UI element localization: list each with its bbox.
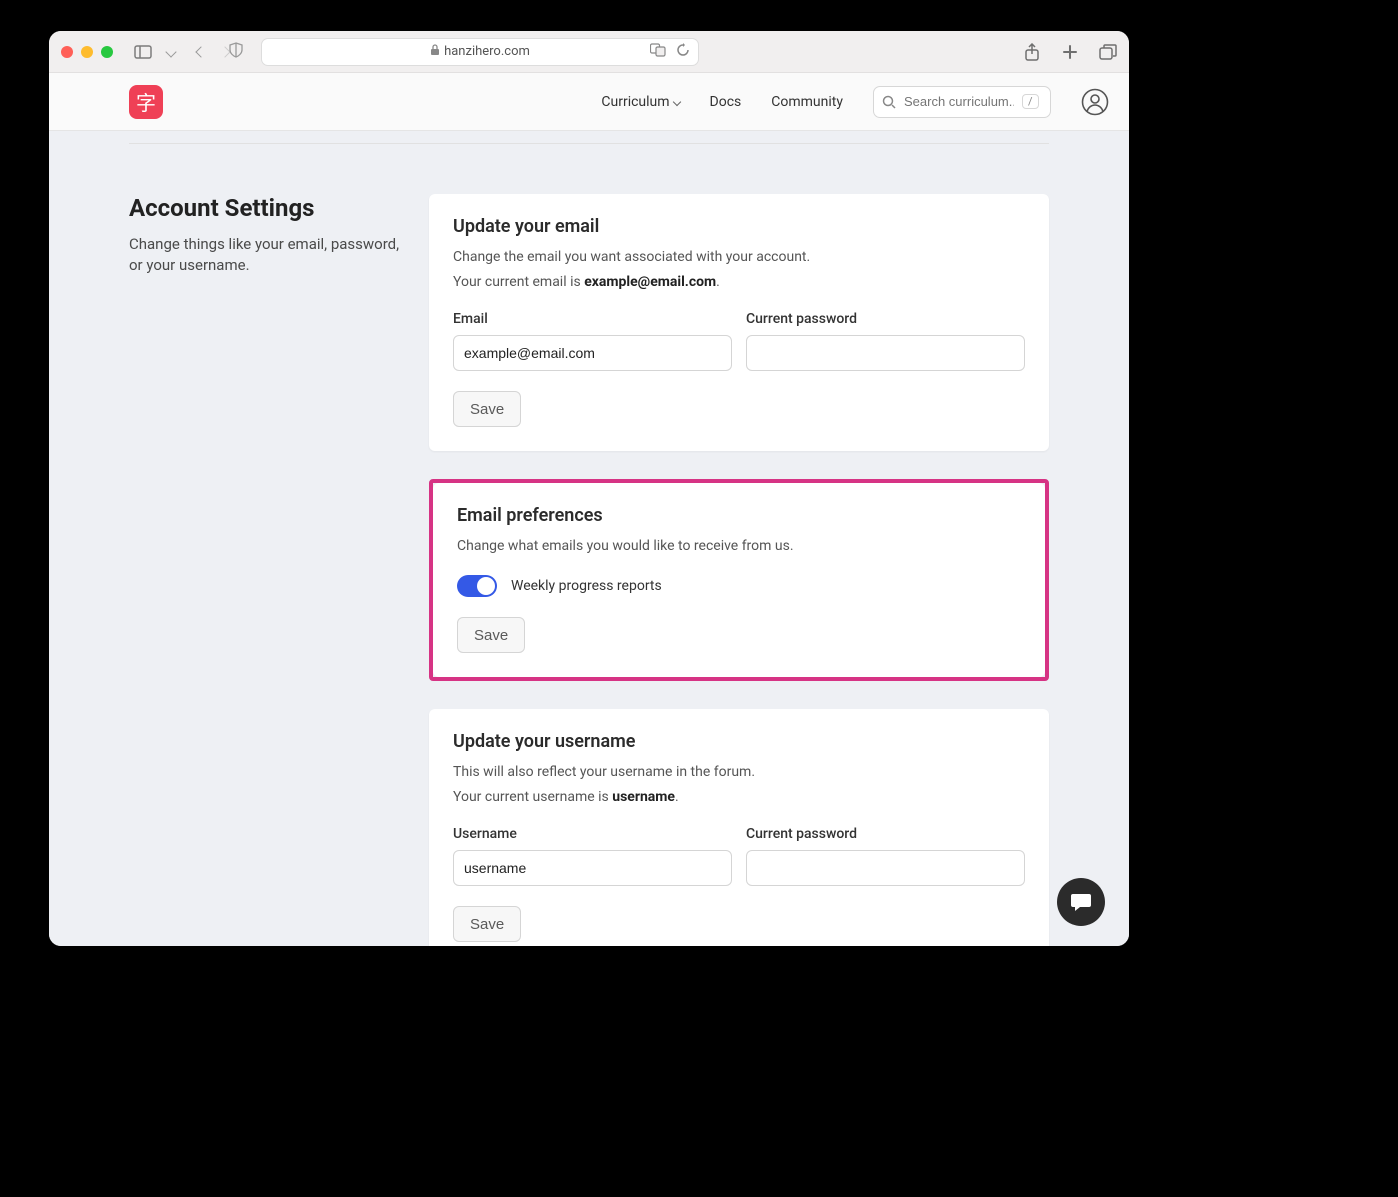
site-header: 字 Curriculum Docs Community / (49, 73, 1129, 131)
current-password-label: Current password (746, 311, 1025, 327)
search-icon (882, 95, 896, 109)
email-preferences-highlight: Email preferences Change what emails you… (429, 479, 1049, 681)
tabs-icon[interactable] (1099, 43, 1117, 61)
current-password-input[interactable] (746, 850, 1025, 886)
minimize-window-button[interactable] (81, 46, 93, 58)
card-desc: This will also reflect your username in … (453, 762, 1025, 783)
share-icon[interactable] (1023, 43, 1041, 61)
weekly-reports-toggle[interactable] (457, 575, 497, 597)
current-username-line: Your current username is username. (453, 787, 1025, 808)
username-input[interactable] (453, 850, 732, 886)
chevron-down-icon (672, 97, 680, 105)
page-title: Account Settings (129, 194, 409, 222)
settings-sidebar: Account Settings Change things like your… (129, 194, 429, 946)
card-desc: Change the email you want associated wit… (453, 247, 1025, 268)
chevron-down-icon[interactable] (165, 46, 176, 57)
reload-icon[interactable] (676, 43, 690, 61)
lock-icon (430, 44, 440, 59)
card-desc: Change what emails you would like to rec… (457, 536, 1021, 557)
weekly-reports-label: Weekly progress reports (511, 578, 662, 594)
address-bar-host: hanzihero.com (444, 44, 530, 59)
search-kbd-hint: / (1022, 94, 1039, 109)
email-preferences-card: Email preferences Change what emails you… (433, 483, 1045, 677)
nav-docs[interactable]: Docs (710, 94, 742, 110)
email-input[interactable] (453, 335, 732, 371)
sidebar-toggle-icon[interactable] (131, 40, 155, 64)
close-window-button[interactable] (61, 46, 73, 58)
browser-chrome: hanzihero.com (49, 31, 1129, 73)
chat-fab[interactable] (1057, 878, 1105, 926)
update-username-card: Update your username This will also refl… (429, 709, 1049, 946)
avatar-icon (1081, 88, 1109, 116)
site-logo[interactable]: 字 (129, 85, 163, 119)
card-title: Update your username (453, 731, 1025, 752)
nav-curriculum-label: Curriculum (601, 94, 669, 110)
current-password-label: Current password (746, 826, 1025, 842)
page-subtitle: Change things like your email, password,… (129, 234, 409, 276)
chat-icon (1070, 892, 1092, 912)
address-bar[interactable]: hanzihero.com (261, 38, 699, 66)
save-username-button[interactable]: Save (453, 906, 521, 942)
page-content: Account Settings Change things like your… (49, 131, 1129, 946)
maximize-window-button[interactable] (101, 46, 113, 58)
nav-curriculum[interactable]: Curriculum (601, 94, 679, 110)
window-controls (61, 46, 113, 58)
current-password-input[interactable] (746, 335, 1025, 371)
account-menu[interactable] (1081, 88, 1109, 116)
search-box[interactable]: / (873, 86, 1051, 118)
search-input[interactable] (904, 94, 1014, 109)
new-tab-icon[interactable] (1061, 43, 1079, 61)
browser-window: hanzihero.com 字 (49, 31, 1129, 946)
card-title: Update your email (453, 216, 1025, 237)
update-email-card: Update your email Change the email you w… (429, 194, 1049, 451)
email-label: Email (453, 311, 732, 327)
card-title: Email preferences (457, 505, 1021, 526)
nav-community[interactable]: Community (771, 94, 843, 110)
username-label: Username (453, 826, 732, 842)
save-email-button[interactable]: Save (453, 391, 521, 427)
back-button[interactable] (195, 46, 206, 57)
current-email-line: Your current email is example@email.com. (453, 272, 1025, 293)
translate-icon[interactable] (650, 43, 666, 61)
shield-icon[interactable] (228, 42, 244, 62)
save-preferences-button[interactable]: Save (457, 617, 525, 653)
